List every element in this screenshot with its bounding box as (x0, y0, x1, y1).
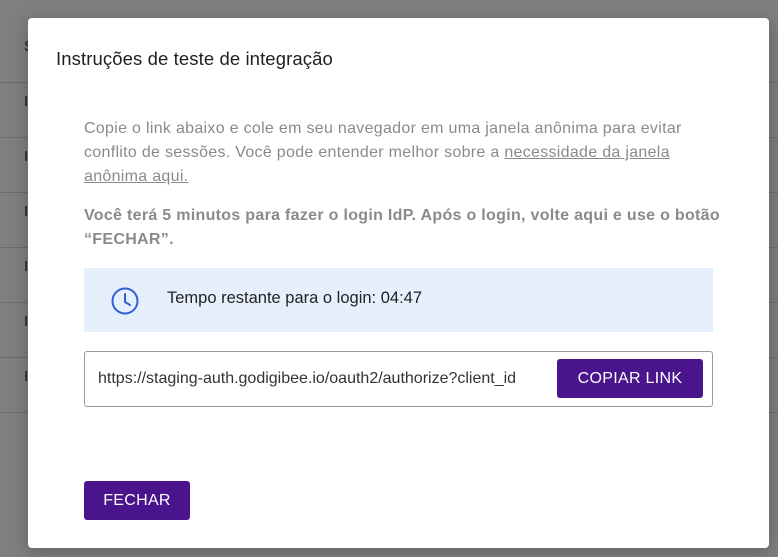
integration-test-dialog: Instruções de teste de integração Copie … (28, 18, 769, 548)
clock-icon (111, 287, 139, 315)
timer-banner: Tempo restante para o login: 04:47 (84, 268, 713, 332)
instructions-text: Copie o link abaixo e cole em seu navega… (84, 117, 724, 189)
login-time-notice: Você terá 5 minutos para fazer o login I… (84, 207, 720, 248)
login-link-field: COPIAR LINK (84, 351, 713, 407)
login-link-input[interactable] (98, 366, 548, 392)
dialog-title: Instruções de teste de integração (56, 48, 333, 69)
close-button[interactable]: FECHAR (84, 481, 190, 520)
timer-text: Tempo restante para o login: 04:47 (167, 289, 423, 307)
copy-link-button[interactable]: COPIAR LINK (557, 359, 703, 398)
